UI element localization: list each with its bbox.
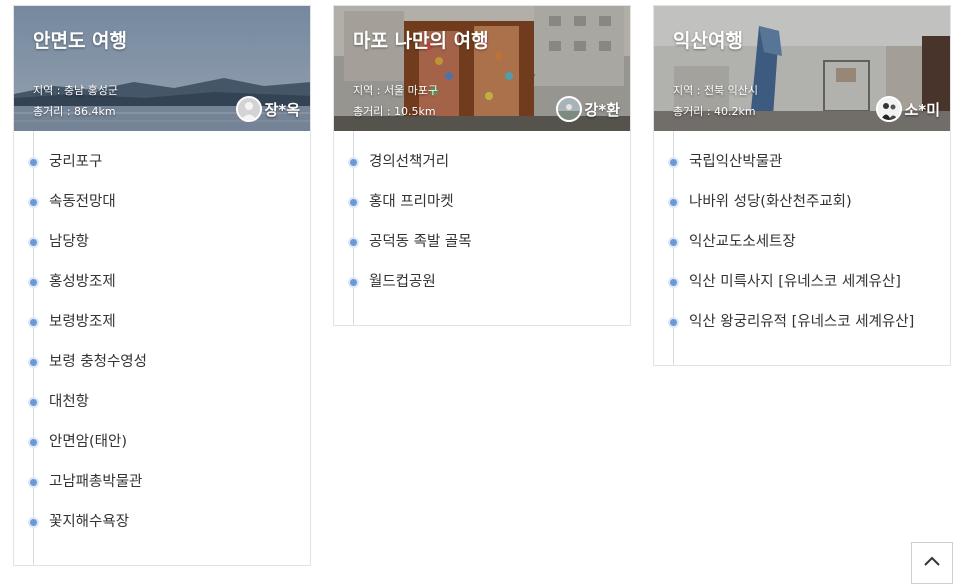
bullet-dot-icon [30,279,37,286]
list-item[interactable]: 익산 왕궁리유적 [유네스코 세계유산] [654,307,950,347]
list-item[interactable]: 홍대 프리마켓 [334,187,630,227]
list-item[interactable]: 보령 충청수영성 [14,347,310,387]
stop-list: 국립익산박물관 나바위 성당(화산천주교회) 익산교도소세트장 익산 미륵사지 … [654,131,950,365]
stop-list: 궁리포구 속동전망대 남당항 홍성방조제 보령방조제 보령 충청수영성 대천항 … [14,131,310,565]
list-item[interactable]: 대천항 [14,387,310,427]
list-item[interactable]: 나바위 성당(화산천주교회) [654,187,950,227]
bullet-dot-icon [670,159,677,166]
list-item[interactable]: 익산교도소세트장 [654,227,950,267]
user-name: 강*환 [584,100,620,119]
card-meta: 지역 : 전북 익산시 총거리 : 40.2km [673,80,758,122]
bullet-dot-icon [350,239,357,246]
card-distance: 총거리 : 40.2km [673,105,756,118]
stop-list: 경의선책거리 홍대 프리마켓 공덕동 족발 골목 월드컵공원 [334,131,630,325]
card-header[interactable]: 마포 나만의 여행 지역 : 서울 마포구 총거리 : 10.5km 강*환 [334,6,630,131]
bullet-dot-icon [30,199,37,206]
list-item[interactable]: 익산 미륵사지 [유네스코 세계유산] [654,267,950,307]
bullet-dot-icon [670,279,677,286]
avatar [555,96,582,122]
card-distance: 총거리 : 86.4km [33,105,116,118]
list-item[interactable]: 공덕동 족발 골목 [334,227,630,267]
list-item[interactable]: 월드컵공원 [334,267,630,307]
user-name: 소*미 [904,100,940,119]
list-item[interactable]: 꽃지해수욕장 [14,507,310,547]
user-photo-icon [877,98,900,120]
bullet-dot-icon [670,239,677,246]
bullet-dot-icon [30,439,37,446]
list-item[interactable]: 국립익산박물관 [654,147,950,187]
card-distance: 총거리 : 10.5km [353,105,436,118]
card-header[interactable]: 안면도 여행 지역 : 충남 홍성군 총거리 : 86.4km 장*옥 [14,6,310,131]
scroll-top-button[interactable] [911,542,953,584]
card-title[interactable]: 익산여행 [673,26,743,53]
card-user: 강*환 [555,94,620,124]
card-header[interactable]: 익산여행 지역 : 전북 익산시 총거리 : 40.2km 소*미 [654,6,950,131]
card-title[interactable]: 마포 나만의 여행 [353,26,489,53]
list-item[interactable]: 궁리포구 [14,147,310,187]
list-item[interactable]: 보령방조제 [14,307,310,347]
card-meta: 지역 : 충남 홍성군 총거리 : 86.4km [33,80,118,122]
card-title[interactable]: 안면도 여행 [33,26,127,53]
bullet-dot-icon [30,479,37,486]
card-user: 소*미 [875,94,940,124]
card-region: 지역 : 충남 홍성군 [33,84,119,97]
list-item[interactable]: 경의선책거리 [334,147,630,187]
bullet-dot-icon [670,199,677,206]
bullet-dot-icon [30,319,37,326]
list-item[interactable]: 고남패총박물관 [14,467,310,507]
list-item[interactable]: 남당항 [14,227,310,267]
chevron-up-icon [924,556,940,566]
bullet-dot-icon [30,399,37,406]
list-item[interactable]: 홍성방조제 [14,267,310,307]
user-name: 장*옥 [264,100,300,119]
user-silhouette-icon [237,98,260,120]
bullet-dot-icon [350,199,357,206]
card-user: 장*옥 [235,94,300,124]
bullet-dot-icon [30,239,37,246]
card-region: 지역 : 서울 마포구 [353,84,439,97]
course-card-iksan[interactable]: 익산여행 지역 : 전북 익산시 총거리 : 40.2km 소*미 국립익산박물… [653,5,951,366]
list-item[interactable]: 안면암(태안) [14,427,310,467]
avatar [875,96,902,122]
course-card-mapo[interactable]: 마포 나만의 여행 지역 : 서울 마포구 총거리 : 10.5km 강*환 경… [333,5,631,326]
card-meta: 지역 : 서울 마포구 총거리 : 10.5km [353,80,438,122]
list-item[interactable]: 속동전망대 [14,187,310,227]
avatar [235,96,262,122]
bullet-dot-icon [30,159,37,166]
bullet-dot-icon [30,359,37,366]
user-photo-icon [557,98,580,120]
course-card-anmyeondo[interactable]: 안면도 여행 지역 : 충남 홍성군 총거리 : 86.4km 장*옥 궁리포구… [13,5,311,566]
bullet-dot-icon [30,519,37,526]
card-region: 지역 : 전북 익산시 [673,84,759,97]
bullet-dot-icon [350,279,357,286]
bullet-dot-icon [350,159,357,166]
bullet-dot-icon [670,319,677,326]
